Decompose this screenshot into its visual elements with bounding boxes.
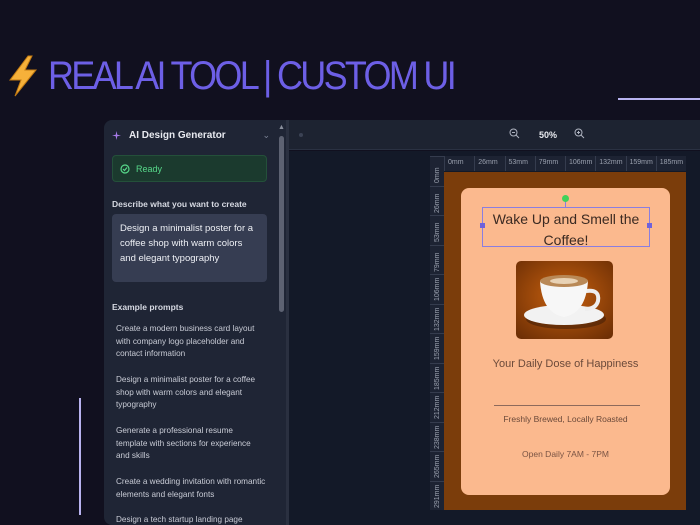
- poster-hours[interactable]: Open Daily 7AM - 7PM: [461, 449, 670, 459]
- scrollbar-thumb[interactable]: [279, 136, 284, 312]
- ruler-label: 159mm: [434, 336, 441, 360]
- resize-handle-right[interactable]: [647, 223, 652, 228]
- example-prompt[interactable]: Create a modern business card layout wit…: [116, 323, 266, 361]
- ruler-label-cell: 0mm: [430, 156, 444, 185]
- status-dot: [299, 133, 303, 137]
- status-text: Ready: [136, 163, 163, 174]
- ruler-label: 106mm: [434, 277, 441, 301]
- ruler-label-cell: 26mm: [430, 185, 444, 215]
- ruler-label: 0mm: [444, 156, 474, 171]
- selection-box[interactable]: [480, 207, 652, 247]
- example-prompt[interactable]: Create a wedding invitation with romanti…: [116, 476, 266, 501]
- ruler-label-cell: 291mm: [430, 480, 444, 510]
- chevron-down-icon[interactable]: ⌄: [262, 130, 270, 141]
- ruler-label-cell: 159mm: [430, 333, 444, 362]
- example-prompt[interactable]: Design a minimalist poster for a coffee …: [116, 374, 266, 412]
- coffee-cup-image[interactable]: [516, 261, 613, 339]
- sparkle-icon: [112, 131, 121, 140]
- poster-tagline[interactable]: Freshly Brewed, Locally Roasted: [461, 414, 670, 424]
- ruler-label: 79mm: [534, 156, 565, 171]
- example-prompt[interactable]: Design a tech startup landing page: [116, 514, 266, 525]
- ruler-label-cell: 212mm: [430, 392, 444, 421]
- canvas-toolbar: 50%: [289, 120, 700, 150]
- check-circle-icon: [120, 163, 130, 174]
- ruler-label-cell: 238mm: [430, 421, 444, 451]
- ruler-label: 53mm: [434, 222, 441, 242]
- describe-label: Describe what you want to create: [112, 199, 247, 209]
- generator-panel: AI Design Generator ⌄ Ready Describe wha…: [104, 120, 288, 525]
- decorative-line: [79, 398, 81, 515]
- zoom-level: 50%: [539, 130, 558, 140]
- ruler-label-cell: 185mm: [430, 362, 444, 392]
- ruler-label: 132mm: [595, 156, 625, 171]
- examples-label: Example prompts: [112, 302, 184, 312]
- ruler-label: 53mm: [504, 156, 535, 171]
- ruler-label: 159mm: [625, 156, 656, 171]
- ruler-top: 0mm 26mm 53mm 79mm 106mm 132mm 159mm 185…: [444, 156, 686, 171]
- ruler-label: 185mm: [655, 156, 686, 171]
- poster-card[interactable]: Wake Up and Smell the Coffee! Your Daily…: [461, 188, 670, 495]
- ruler-label-cell: 265mm: [430, 451, 444, 480]
- zoom-out-icon[interactable]: [509, 128, 520, 139]
- poster-subtitle[interactable]: Your Daily Dose of Happiness: [461, 358, 670, 370]
- ruler-label: 132mm: [434, 307, 441, 331]
- ruler-label-cell: 106mm: [430, 274, 444, 303]
- ruler-label: 79mm: [434, 252, 441, 272]
- decorative-line: [618, 98, 700, 100]
- ruler-label-cell: 79mm: [430, 244, 444, 274]
- status-badge: Ready: [112, 155, 267, 182]
- headline: REAL AI TOOL | CUSTOM UI: [4, 52, 499, 100]
- ruler-label: 212mm: [434, 395, 441, 419]
- ruler-label: 26mm: [474, 156, 504, 171]
- ruler-label: 106mm: [565, 156, 595, 171]
- ruler-left: 0mm 26mm 53mm 79mm 106mm 132mm 159mm 185mm 212mm…: [430, 156, 444, 510]
- rotate-handle[interactable]: [562, 195, 569, 202]
- ruler-label: 26mm: [434, 193, 441, 213]
- panel-header[interactable]: AI Design Generator ⌄: [112, 130, 270, 141]
- scroll-up-icon[interactable]: ▲: [278, 124, 285, 131]
- ruler-label-cell: 53mm: [430, 215, 444, 244]
- resize-handle-left[interactable]: [480, 223, 485, 228]
- panel-title: AI Design Generator: [129, 130, 226, 141]
- zoom-in-icon[interactable]: [574, 128, 585, 139]
- ruler-label: 265mm: [434, 454, 441, 478]
- poster[interactable]: Wake Up and Smell the Coffee! Your Daily…: [444, 172, 686, 510]
- example-prompt[interactable]: Generate a professional resume template …: [116, 425, 266, 463]
- ruler-label: 291mm: [434, 484, 441, 508]
- poster-divider: [494, 405, 640, 406]
- headline-text: REAL AI TOOL | CUSTOM UI: [48, 53, 457, 98]
- ruler-label: 185mm: [434, 366, 441, 390]
- lightning-bolt-icon: [9, 55, 38, 97]
- ruler-label: 238mm: [434, 425, 441, 449]
- prompt-input[interactable]: Design a minimalist poster for a coffee …: [112, 214, 267, 282]
- panel-scrollbar[interactable]: ▲: [278, 124, 286, 525]
- ruler-label: 0mm: [434, 167, 441, 183]
- ruler-label-cell: 132mm: [430, 303, 444, 333]
